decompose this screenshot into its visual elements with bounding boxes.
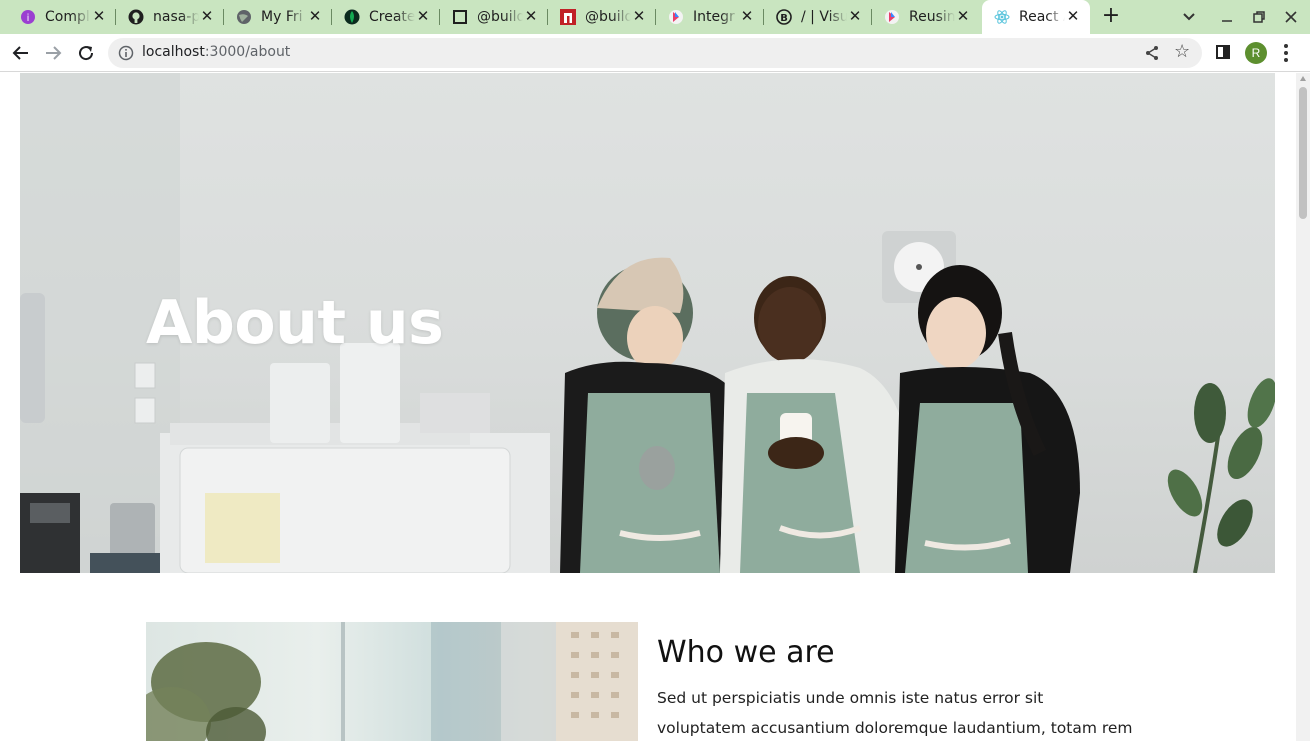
arrow-right-icon	[46, 46, 62, 60]
browser-tab[interactable]: My Fri ✕	[224, 0, 332, 34]
github-icon	[128, 9, 144, 25]
section-heading: Who we are	[657, 635, 835, 670]
close-icon[interactable]: ✕	[308, 9, 322, 24]
scrollbar-thumb[interactable]	[1299, 87, 1307, 219]
close-icon[interactable]: ✕	[632, 9, 646, 24]
browser-tab-active[interactable]: React A ✕	[982, 0, 1090, 34]
close-window-icon[interactable]	[1282, 8, 1300, 26]
page-viewport: About us Who we are Sed ut perspiciatis …	[0, 73, 1296, 741]
tab-title: My Fri	[261, 9, 303, 25]
tab-title: Create	[369, 9, 415, 25]
url-host: localhost	[142, 44, 205, 60]
react-icon	[994, 9, 1010, 25]
close-icon[interactable]: ✕	[1066, 9, 1080, 24]
side-panel-icon[interactable]	[1216, 45, 1230, 59]
tab-title: Compl	[45, 9, 90, 25]
square-icon	[452, 9, 468, 25]
address-bar[interactable]: localhost:3000/about ☆	[108, 38, 1202, 68]
tab-title: @build	[585, 9, 631, 25]
page-title: About us	[146, 288, 444, 358]
reload-button[interactable]	[75, 42, 97, 64]
browser-toolbar: localhost:3000/about ☆ R	[0, 34, 1310, 72]
builder-icon	[668, 9, 684, 25]
tab-title: React A	[1019, 9, 1065, 25]
close-icon[interactable]: ✕	[848, 9, 862, 24]
builder-icon	[884, 9, 900, 25]
globe-icon	[236, 9, 252, 25]
section-image	[146, 622, 638, 741]
svg-text:i: i	[27, 13, 30, 24]
info-icon[interactable]	[118, 45, 134, 61]
b-circle-icon: B	[776, 9, 792, 25]
tab-title: nasa-p	[153, 9, 199, 25]
browser-tab[interactable]: @build ✕	[548, 0, 656, 34]
arrow-left-icon	[12, 46, 28, 60]
back-button[interactable]	[10, 42, 32, 64]
close-icon[interactable]: ✕	[956, 9, 970, 24]
minimize-icon[interactable]	[1218, 8, 1236, 26]
browser-tab[interactable]: @build ✕	[440, 0, 548, 34]
section-paragraph: Sed ut perspiciatis unde omnis iste natu…	[657, 689, 1133, 737]
new-tab-button[interactable]: +	[1100, 5, 1122, 28]
browser-tab[interactable]: i Compl ✕	[8, 0, 116, 34]
close-icon[interactable]: ✕	[524, 9, 538, 24]
share-icon[interactable]	[1144, 45, 1160, 61]
url-path: :3000/about	[204, 44, 291, 60]
scroll-up-arrow-icon[interactable]	[1300, 76, 1306, 81]
browser-tab[interactable]: B / | Visu ✕	[764, 0, 872, 34]
close-icon[interactable]: ✕	[200, 9, 214, 24]
browser-tab[interactable]: nasa-p ✕	[116, 0, 224, 34]
browser-tab[interactable]: Create ✕	[332, 0, 440, 34]
page-scrollbar[interactable]	[1296, 73, 1310, 741]
url-text[interactable]: localhost:3000/about	[142, 44, 290, 60]
forward-button[interactable]	[42, 42, 64, 64]
tab-title: / | Visu	[801, 9, 847, 25]
tab-strip: i Compl ✕ nasa-p ✕ My Fri ✕ Create ✕ @bu…	[0, 0, 1310, 34]
reload-icon	[79, 46, 94, 61]
close-icon[interactable]: ✕	[416, 9, 430, 24]
svg-text:B: B	[780, 13, 788, 24]
kebab-menu-icon[interactable]	[1284, 44, 1288, 62]
tab-title: Integr	[693, 9, 735, 25]
hero-banner: About us	[20, 73, 1275, 573]
avatar[interactable]: R	[1245, 42, 1267, 64]
npm-icon	[560, 9, 576, 25]
tab-title: Reusin	[909, 9, 955, 25]
close-icon[interactable]: ✕	[740, 9, 754, 24]
browser-tab[interactable]: Reusin ✕	[872, 0, 980, 34]
bookmark-star-icon[interactable]: ☆	[1174, 43, 1190, 61]
purple-circle-icon: i	[20, 9, 36, 25]
tab-title: @build	[477, 9, 523, 25]
browser-tab[interactable]: Integr ✕	[656, 0, 764, 34]
restore-icon[interactable]	[1250, 8, 1268, 26]
tab-search-chevron-icon[interactable]	[1180, 8, 1198, 26]
leaf-icon	[344, 9, 360, 25]
close-icon[interactable]: ✕	[92, 9, 106, 24]
